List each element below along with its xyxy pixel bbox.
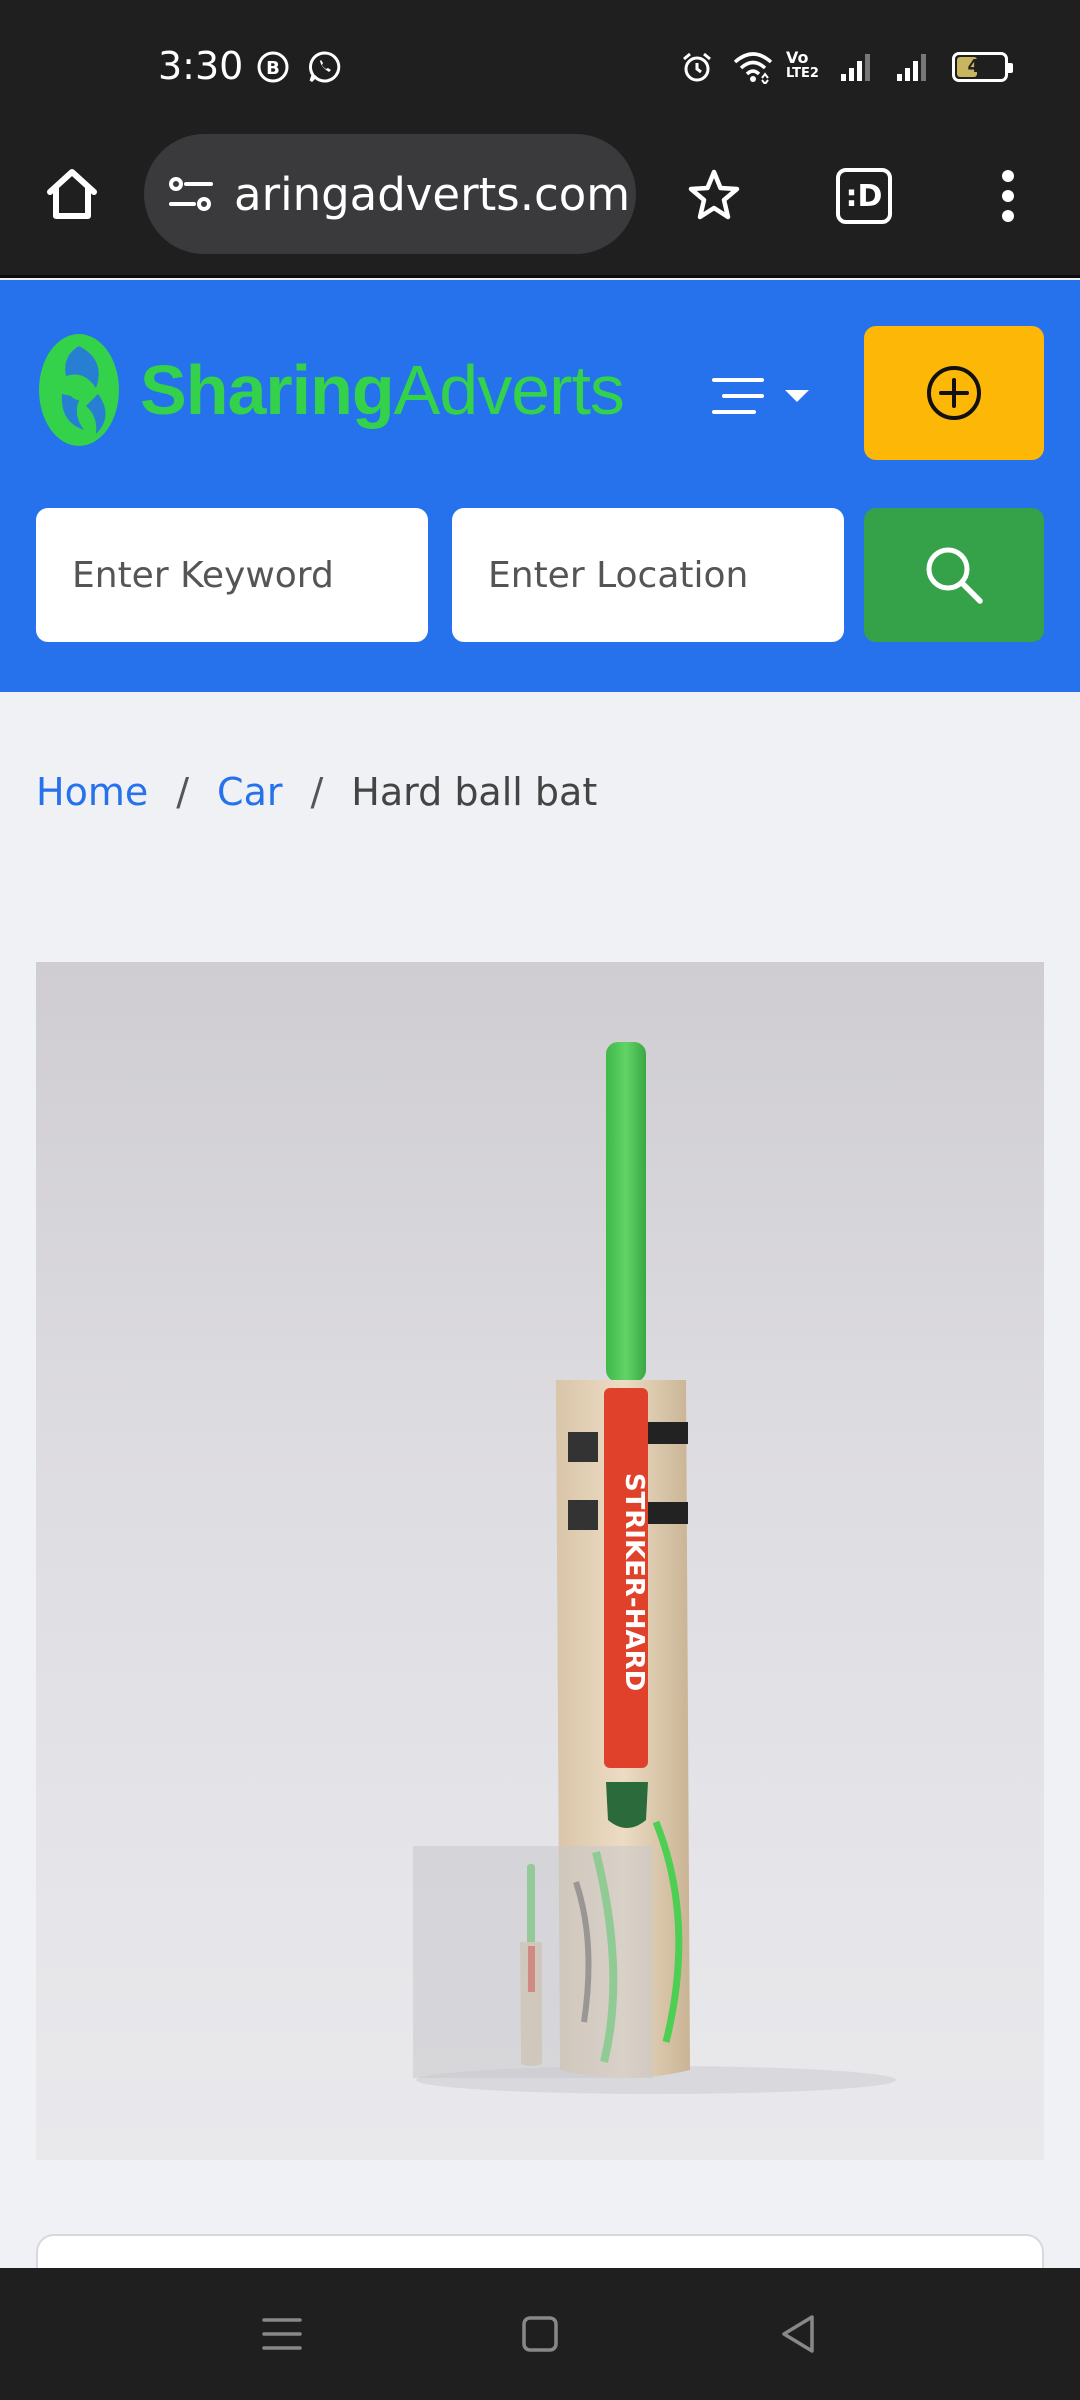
signal-icon <box>841 54 870 81</box>
post-ad-button[interactable] <box>864 326 1044 460</box>
star-icon <box>688 169 740 220</box>
browser-menu-button[interactable] <box>978 158 1038 234</box>
home-button[interactable] <box>36 158 108 230</box>
menu-icon <box>262 2318 302 2350</box>
product-image[interactable]: STRIKER-HARD <box>36 962 1044 2160</box>
brand-name: SharingAdverts <box>140 351 625 429</box>
site-header: SharingAdverts <box>0 280 1080 692</box>
svg-text:B: B <box>266 58 280 79</box>
alarm-icon <box>683 52 711 82</box>
plus-circle-icon <box>927 366 981 420</box>
home-nav-button[interactable] <box>510 2308 570 2360</box>
breadcrumb: Home / Car / Hard ball bat <box>36 766 597 818</box>
breadcrumb-car[interactable]: Car <box>217 770 282 814</box>
location-input[interactable] <box>452 508 844 642</box>
breadcrumb-separator: / <box>176 770 190 814</box>
b-notification-icon: B <box>257 51 289 83</box>
square-icon <box>522 2316 558 2352</box>
volte-icon: Vo LTE2 <box>786 48 819 82</box>
status-bar: 3:30 B Vo LTE2 44 <box>0 0 1080 132</box>
back-button[interactable] <box>768 2308 828 2360</box>
breadcrumb-current: Hard ball bat <box>351 770 598 814</box>
signal-icon <box>897 54 926 81</box>
url-text: aringadverts.com <box>234 167 631 221</box>
battery-level: 44 <box>967 56 993 77</box>
bat-brand-label: STRIKER-HARD <box>619 1473 649 1691</box>
home-icon <box>47 169 97 219</box>
recent-apps-button[interactable] <box>252 2308 312 2360</box>
menu-lines-icon <box>712 378 764 414</box>
status-time: 3:30 <box>158 44 244 88</box>
breadcrumb-separator: / <box>310 770 324 814</box>
address-bar[interactable]: aringadverts.com <box>144 134 636 254</box>
tab-switcher-button[interactable]: :D <box>836 168 892 224</box>
thumbnail-overlay[interactable] <box>413 1846 653 2078</box>
more-vert-icon <box>1002 170 1014 222</box>
browser-toolbar: aringadverts.com :D <box>0 132 1080 278</box>
breadcrumb-home[interactable]: Home <box>36 770 148 814</box>
bookmark-button[interactable] <box>676 158 752 234</box>
search-button[interactable] <box>864 508 1044 642</box>
site-settings-icon[interactable] <box>166 169 216 219</box>
back-triangle-icon <box>782 2315 814 2353</box>
system-navigation-bar <box>0 2268 1080 2400</box>
battery-icon: 44 <box>952 52 1013 82</box>
menu-toggle-button[interactable] <box>710 370 820 422</box>
whatsapp-icon <box>309 51 341 83</box>
caret-down-icon <box>785 390 809 402</box>
wifi-icon <box>733 52 773 84</box>
search-icon <box>926 547 983 604</box>
keyword-input[interactable] <box>36 508 428 642</box>
tab-switcher-label: :D <box>845 178 883 214</box>
sharingadverts-logo-icon <box>39 334 119 446</box>
site-logo[interactable]: SharingAdverts <box>36 330 625 450</box>
